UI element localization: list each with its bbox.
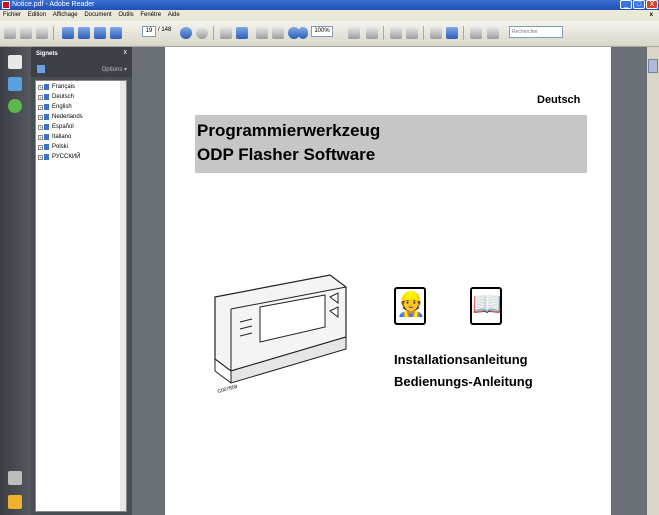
bookmark-item[interactable]: + Italiano [38,133,71,141]
menu-bar: Fichier Edition Affichage Document Outil… [0,10,659,21]
bookmark-item[interactable]: + Polski [38,143,68,151]
attachment-icon[interactable] [487,27,499,39]
menu-outils[interactable]: Outils [118,12,133,18]
print-icon[interactable] [4,27,16,39]
page-number-input[interactable]: 19 [142,26,156,37]
expand-icon: + [38,94,43,100]
bookmark-icon [44,114,49,120]
bookmarks-panel: Signets x Options ▾ + Français + Deutsch +… [31,47,132,515]
full-screen-icon[interactable] [446,27,458,39]
paperclip-icon[interactable] [8,471,22,485]
installer-icon: 👷 [394,287,426,325]
navigation-strip [0,47,31,515]
minimize-button[interactable]: _ [620,0,632,9]
title-bar: Notice.pdf - Adobe Reader _ □ X [0,0,659,10]
reading-person-icon: 📖 [470,287,502,325]
help-icon[interactable] [8,99,22,113]
expand-icon: + [38,124,43,130]
thermostat-device-illustration: C007858 [214,274,347,395]
next-page-icon[interactable] [94,27,106,39]
options-menu[interactable]: Options ▾ [102,66,127,73]
toolbar: 19 / 148 100% Rechercher [0,21,659,47]
bookmark-item[interactable]: + Français [38,83,75,91]
expand-icon: + [38,84,43,90]
bookmark-item[interactable]: + Deutsch [38,93,74,101]
bookmarks-header: Signets x Options ▾ [31,47,132,77]
bookmark-item[interactable]: + English [38,103,72,111]
bookmarks-scrollbar[interactable] [120,81,126,511]
language-label: Deutsch [537,94,581,106]
expand-icon: + [38,134,43,140]
back-icon[interactable] [180,27,192,39]
zoom-select[interactable]: 100% [311,26,333,37]
adobe-reader-icon [2,1,10,9]
bookmarks-title: Signets [36,51,58,57]
first-page-icon[interactable] [62,27,74,39]
document-area: Deutsch Programmierwerkzeug ODP Flasher … [132,47,647,515]
menu-aide[interactable]: Aide [168,12,180,18]
page-total: / 148 [158,27,172,33]
window-title: Notice.pdf - Adobe Reader [12,1,95,8]
forward-icon[interactable] [196,27,208,39]
previous-page-icon[interactable] [78,27,90,39]
close-panel-button[interactable]: x [124,49,128,56]
continuous-icon[interactable] [406,27,418,39]
expand-icon: + [38,114,43,120]
pages-icon[interactable] [8,55,22,69]
find-icon[interactable] [36,27,48,39]
menu-fenetre[interactable]: Fenêtre [140,12,161,18]
fit-width-icon[interactable] [366,27,378,39]
expand-icon: + [38,154,43,160]
doc-title-line1: Programmierwerkzeug [197,121,381,140]
bookmark-icon [44,84,49,90]
bookmark-item[interactable]: + РУССКИЙ [38,153,80,161]
dynamic-zoom-icon[interactable] [272,27,284,39]
single-page-icon[interactable] [390,27,402,39]
bookmarks-list: + Français + Deutsch + English + Nederlands … [35,80,127,512]
installation-guide-caption: Installationsanleitung [394,352,528,367]
expand-icon: + [38,104,43,110]
marquee-zoom-icon[interactable] [256,27,268,39]
menu-edition[interactable]: Edition [28,12,46,18]
bookmark-icon [44,94,49,100]
maximize-button[interactable]: □ [633,0,645,9]
hand-tool-icon[interactable] [236,27,248,39]
document-scrollbar[interactable] [647,47,659,515]
operating-guide-caption: Bedienungs-Anleitung [394,374,533,389]
zoom-in-icon[interactable] [298,27,308,39]
doc-title-line2: ODP Flasher Software [197,145,376,164]
bookmarks-icon[interactable] [8,77,22,91]
comments-icon[interactable] [8,495,22,509]
bookmark-item[interactable]: + Español [38,123,74,131]
last-page-icon[interactable] [110,27,122,39]
scrollbar-thumb[interactable] [648,59,658,73]
bookmark-item[interactable]: + Nederlands [38,113,83,121]
close-window-button[interactable]: X [646,0,658,9]
menu-fichier[interactable]: Fichier [3,12,21,18]
save-icon[interactable] [20,27,32,39]
select-tool-icon[interactable] [220,27,232,39]
fit-page-icon[interactable] [348,27,360,39]
search-input[interactable]: Rechercher [509,26,563,38]
device-code: C007858 [217,384,238,395]
title-band: Programmierwerkzeug ODP Flasher Software [195,115,587,173]
close-document-button[interactable]: x [650,10,653,21]
rotate-icon[interactable] [470,27,482,39]
bookmark-icon [44,134,49,140]
menu-document[interactable]: Document [84,12,111,18]
bookmark-options-icon[interactable] [37,65,45,73]
bookmark-icon [44,104,49,110]
facing-icon[interactable] [430,27,442,39]
bookmark-icon [44,144,49,150]
pdf-page: Deutsch Programmierwerkzeug ODP Flasher … [165,47,611,515]
menu-affichage[interactable]: Affichage [53,12,78,18]
bookmark-icon [44,154,49,160]
expand-icon: + [38,144,43,150]
bookmark-icon [44,124,49,130]
